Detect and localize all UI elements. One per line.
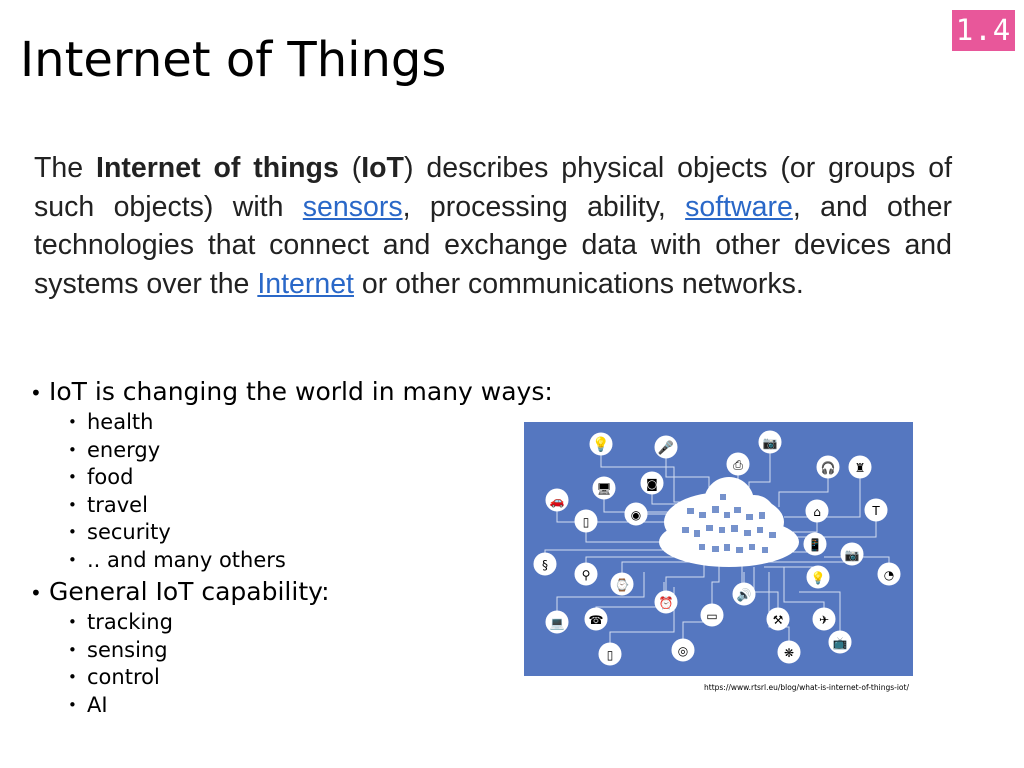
gauge-icon: ◔ [877,562,901,586]
software-link[interactable]: software [685,191,793,223]
svg-text:T: T [871,504,880,518]
sensors-link[interactable]: sensors [303,191,403,223]
tablet-small-icon: ▯ [598,642,622,666]
image-credit: https://www.rtsrl.eu/blog/what-is-intern… [704,683,909,692]
light-bulb-icon: 💡 [806,565,830,589]
fan-icon: ❋ [777,640,801,664]
clock-icon: ⏰ [654,590,678,614]
monitor-icon: 🖥 [592,476,616,500]
svg-text:▯: ▯ [583,515,590,529]
svg-text:❋: ❋ [784,646,794,660]
intro-paragraph: The Internet of things (IoT) describes p… [34,149,952,303]
mobile-phone-icon: 📱 [803,532,827,556]
cloud [659,477,799,567]
svg-text:⌂: ⌂ [813,505,821,519]
svg-text:📱: 📱 [808,538,823,552]
svg-text:⚲: ⚲ [582,568,591,582]
printer-icon: ⎙ [726,452,750,476]
svg-text:💡: 💡 [811,571,826,585]
intro-bold-term: Internet of things [96,152,339,184]
camera-icon: 📷 [758,430,782,454]
svg-text:🚗: 🚗 [550,494,565,508]
svg-text:✈: ✈ [819,613,829,627]
laptop-icon: 💻 [545,610,569,634]
microphone-icon: 🎤 [654,435,678,459]
svg-text:📷: 📷 [763,436,778,450]
bullet-list: IoT is changing the world in many ways: … [30,376,553,721]
intro-text: or other communications networks. [353,267,804,300]
bullet-text: IoT is changing the world in many ways: [30,377,553,406]
svg-text:§: § [542,558,548,572]
sub-bullet-list: tracking sensing control AI [68,609,553,719]
intro-text: ( [338,152,362,184]
iot-network-svg: 💡 🎤 📷 ⎙ 🎧 ♜ 🚗 🖥 ◙ ⌂ T ▯ ◉ 📱 📷 § ⚲ ⌚ 💡 ◔ … [533,430,901,666]
svg-text:◙: ◙ [646,477,658,491]
sub-bullet-list: health energy food travel security .. an… [68,409,553,574]
bullet-text: General IoT capability: [30,577,330,606]
blender-icon: ♜ [848,455,872,479]
airplane-icon: ✈ [812,607,836,631]
sub-bullet-item: sensing [68,637,553,665]
intro-text: , processing ability, [402,190,686,223]
svg-text:📷: 📷 [845,548,860,562]
svg-text:📺: 📺 [833,636,848,650]
photo-camera-icon: 📷 [840,542,864,566]
desk-lamp-icon: ⚲ [574,562,598,586]
sub-bullet-item: health [68,409,553,437]
svg-text:💻: 💻 [550,616,565,630]
intro-text: The [34,152,97,184]
headphones-icon: 🎧 [816,455,840,479]
intro-bold-abbr: IoT [361,152,404,184]
sub-bullet-item: tracking [68,609,553,637]
sub-bullet-item: energy [68,437,553,465]
svg-text:🔊: 🔊 [737,587,752,602]
svg-text:🖥: 🖥 [596,482,611,496]
slide-number-badge: 1.4 [952,10,1015,51]
sub-bullet-item: food [68,464,553,492]
svg-text:⏰: ⏰ [659,595,674,610]
svg-text:⌚: ⌚ [615,578,630,592]
dna-icon: § [533,552,557,576]
svg-text:🎤: 🎤 [658,439,674,456]
svg-text:☎: ☎ [589,613,604,627]
svg-text:▭: ▭ [706,609,717,623]
internet-link[interactable]: Internet [257,268,354,300]
svg-text:⎙: ⎙ [733,458,743,472]
webcam-icon: ◉ [624,502,648,526]
sub-bullet-item: travel [68,492,553,520]
floor-lamp-icon: T [864,498,888,522]
telephone-icon: ☎ [584,607,608,631]
bullet-item: IoT is changing the world in many ways: … [30,376,553,574]
iot-network-illustration: 💡 🎤 📷 ⎙ 🎧 ♜ 🚗 🖥 ◙ ⌂ T ▯ ◉ 📱 📷 § ⚲ ⌚ 💡 ◔ … [524,422,913,676]
router-icon: ⌂ [805,499,829,523]
svg-text:◉: ◉ [631,508,641,522]
sub-bullet-item: AI [68,692,553,720]
watch-icon: ⌚ [610,572,634,596]
webcam-small-icon: ◎ [671,638,695,662]
sub-bullet-item: .. and many others [68,547,553,575]
bullet-item: General IoT capability: tracking sensing… [30,576,553,719]
tv-icon: 📺 [828,630,852,654]
sub-bullet-item: security [68,519,553,547]
car-icon: 🚗 [545,488,569,512]
svg-text:🎧: 🎧 [821,461,836,475]
svg-text:💡: 💡 [592,436,609,453]
lamp-icon: 💡 [589,432,613,456]
svg-text:⚒: ⚒ [773,613,784,627]
speaker-icon: 🔊 [732,582,756,606]
sub-bullet-item: control [68,664,553,692]
svg-text:♜: ♜ [855,461,866,475]
svg-text:◎: ◎ [678,644,688,658]
page-title: Internet of Things [20,32,447,88]
washing-machine-icon: ◙ [640,471,664,495]
drill-icon: ⚒ [766,607,790,631]
svg-text:◔: ◔ [884,568,894,582]
svg-text:▯: ▯ [607,648,614,662]
tablet-icon: ▭ [700,603,724,627]
fridge-icon: ▯ [574,509,598,533]
